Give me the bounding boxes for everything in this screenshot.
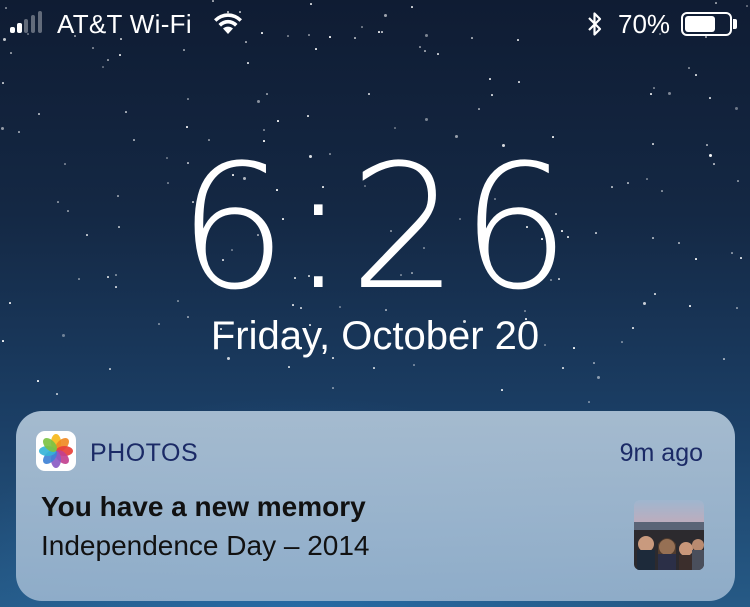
cellular-signal-icon [10,10,50,36]
star [437,53,439,55]
bluetooth-icon [588,12,602,36]
star [597,376,600,379]
star [668,92,671,95]
star [425,118,428,121]
signal-bar [17,23,22,33]
photos-notification[interactable]: PHOTOS 9m ago You have a new memory Inde… [16,411,735,601]
lock-screen: AT&T Wi-Fi 70% 6:26 Friday, October 20 P… [0,0,750,607]
star [695,74,697,76]
star [125,111,127,113]
star [247,62,249,64]
signal-bar [10,27,15,33]
star [277,120,279,122]
star [102,66,104,68]
star [588,401,590,403]
signal-bar [31,15,35,33]
star [257,100,260,103]
star [478,108,480,110]
star [315,48,317,50]
star [109,368,111,370]
notification-app-name: PHOTOS [90,439,199,467]
battery-icon [681,12,732,36]
star [653,87,655,89]
star [650,93,652,95]
star [187,98,189,100]
star [10,52,12,54]
star [1,127,4,130]
battery-terminal [733,19,737,29]
star [709,97,711,99]
carrier-label: AT&T Wi-Fi [57,9,192,39]
photos-app-icon [36,431,76,471]
star [424,50,426,52]
lock-screen-time: 6:26 [177,127,573,328]
wifi-icon [214,13,242,34]
star [56,393,58,395]
star [688,67,690,69]
star [133,139,135,141]
signal-bar [38,11,42,33]
star [307,115,309,117]
star [489,78,491,80]
signal-bar [24,19,28,33]
star [18,131,20,133]
star [38,113,40,115]
star [288,366,290,368]
star [491,94,493,96]
star [373,367,375,369]
star [266,93,268,95]
notification-timestamp: 9m ago [619,439,703,467]
lock-screen-date: Friday, October 20 [210,314,540,358]
star [501,389,503,391]
star [735,107,738,110]
star [107,59,109,61]
battery-level-fill [685,16,715,32]
star [37,380,39,382]
notification-title: You have a new memory [41,491,366,522]
star [368,93,370,95]
status-bar: AT&T Wi-Fi 70% [0,0,750,48]
star [332,387,334,389]
star [413,364,415,366]
notification-body: Independence Day – 2014 [41,530,370,561]
star [593,362,595,364]
star [562,367,564,369]
battery-percentage: 70% [618,9,671,39]
memory-photo-thumbnail [634,500,704,570]
star [518,81,520,83]
star [723,358,725,360]
star [119,54,121,56]
star [2,82,4,84]
star [183,49,185,51]
